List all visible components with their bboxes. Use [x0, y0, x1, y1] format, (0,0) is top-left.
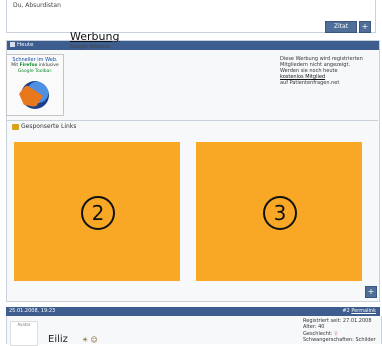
ad-image-line3: Google Toolbar.	[17, 69, 53, 74]
username[interactable]: Eiliz	[48, 334, 68, 345]
sponsored-links-icon	[12, 123, 19, 130]
post-permalink[interactable]: #2 Permalink	[342, 307, 376, 316]
member-notice: Diese Werbung wird registrierten Mitglie…	[280, 56, 363, 86]
post-date: 25.01.2008, 19:23	[9, 308, 56, 314]
ad-slot-number: 2	[81, 195, 115, 230]
ad-post-plus-button[interactable]: +	[365, 286, 377, 298]
ad-subtitle: Google Adsense	[70, 44, 111, 50]
post-header: 25.01.2008, 19:23 #2 Permalink	[6, 307, 380, 316]
post-text-fragment: Du, Absurdistan	[13, 2, 61, 9]
ad-slot-2[interactable]: 2	[14, 142, 180, 281]
ad-image-line2: Mit Firefox inklusive	[11, 63, 59, 68]
firefox-ad-image[interactable]: Schneller im Web. Mit Firefox inklusive …	[6, 54, 64, 116]
section-divider	[6, 120, 378, 121]
post-icon	[10, 42, 15, 47]
ad-slot-3[interactable]: 3	[196, 142, 362, 281]
ad-post-header: Heute	[7, 41, 379, 50]
user-status-icons: ☀ ☺	[82, 336, 98, 344]
female-icon: ♀	[334, 330, 338, 337]
previous-post-footer: Du, Absurdistan Zitat +	[6, 0, 376, 33]
ad-post-date: Heute	[17, 42, 34, 48]
ad-title[interactable]: Werbung	[70, 30, 119, 43]
quote-button[interactable]: Zitat	[325, 21, 357, 33]
ad-slot-number: 3	[263, 195, 297, 230]
multiquote-plus-button[interactable]: +	[359, 21, 371, 33]
avatar[interactable]: Avatar	[10, 321, 38, 346]
sponsored-links-label: Gesponserte Links	[12, 123, 76, 130]
user-info: Registriert seit: 27.01.2008 Alter: 40 G…	[303, 318, 376, 343]
